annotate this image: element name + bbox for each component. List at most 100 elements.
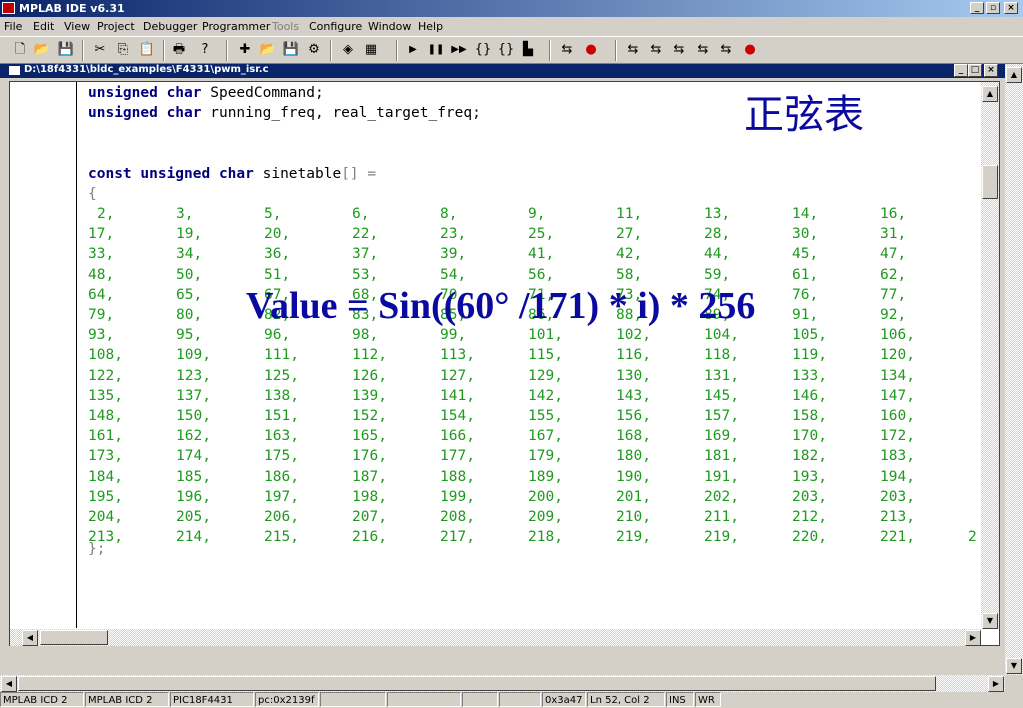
table-cell: 215, (264, 529, 299, 546)
table-cell: 77, (880, 286, 907, 303)
editor-horizontal-scrollbar[interactable]: ◀ ▶ (10, 629, 981, 646)
table-cell: 173, (88, 448, 123, 465)
open-project-icon[interactable]: 📂 (259, 41, 277, 59)
main-scroll-up-button[interactable]: ▲ (1006, 67, 1022, 83)
main-scroll-down-button[interactable]: ▼ (1006, 658, 1022, 674)
menu-configure[interactable]: Configure (309, 20, 362, 33)
table-cell: 101, (528, 327, 563, 344)
main-vertical-scrollbar[interactable]: ▲ ▼ (1005, 64, 1023, 675)
save-project-icon[interactable]: 💾 (282, 41, 300, 59)
close-brace: }; (88, 541, 106, 557)
table-cell: 193, (792, 468, 827, 485)
toolbar-separator (549, 40, 551, 61)
open-folder-icon[interactable]: 📂 (33, 41, 51, 59)
table-cell: 146, (792, 387, 827, 404)
main-horizontal-scrollbar[interactable]: ◀ ▶ (0, 675, 1005, 692)
table-cell: 44, (704, 246, 731, 263)
table-cell: 175, (264, 448, 299, 465)
main-scroll-left-button[interactable]: ◀ (1, 676, 17, 692)
table-cell: 122, (88, 367, 123, 384)
scroll-right-button[interactable]: ▶ (965, 630, 981, 646)
program-icon[interactable]: ▦ (362, 41, 380, 59)
table-cell: 30, (792, 226, 819, 243)
table-cell: 156, (616, 408, 651, 424)
find-icon[interactable]: ◈ (339, 41, 357, 59)
menu-file[interactable]: File (4, 20, 22, 33)
reset-icon[interactable]: ▙ (519, 41, 537, 59)
editor-vertical-scrollbar[interactable]: ▲ ▼ (981, 82, 999, 629)
editor-minimize-button[interactable]: _ (954, 64, 968, 77)
read-device-icon[interactable]: ⇆ (624, 41, 642, 59)
horizontal-scroll-thumb[interactable] (40, 630, 108, 645)
menu-debugger[interactable]: Debugger (143, 20, 197, 33)
menu-view[interactable]: View (64, 20, 90, 33)
code-editor[interactable]: unsigned char SpeedCommand; unsigned cha… (9, 81, 1000, 646)
table-cell: 120, (880, 347, 915, 364)
menu-help[interactable]: Help (418, 20, 443, 33)
program-device-icon[interactable]: ⇆ (647, 41, 665, 59)
new-project-icon[interactable]: ✚ (236, 41, 254, 59)
table-cell: 165, (352, 428, 387, 445)
read-icon[interactable]: ⇆ (558, 41, 576, 59)
table-cell: 157, (704, 408, 739, 424)
table-cell: 2: (968, 529, 980, 546)
table-cell: 208, (440, 509, 475, 525)
verify-icon[interactable]: ⇆ (670, 41, 688, 59)
menu-tools[interactable]: Tools (272, 20, 299, 33)
file-path: D:\18f4331\bldc_examples\F4331\pwm_isr.c (24, 64, 269, 75)
cut-icon[interactable]: ✂ (91, 41, 109, 59)
table-cell: 130, (616, 367, 651, 384)
menu-programmer[interactable]: Programmer (202, 20, 270, 33)
status-ins: INS (666, 692, 694, 707)
scroll-down-button[interactable]: ▼ (982, 613, 998, 629)
table-cell: 123, (176, 367, 211, 384)
run-icon[interactable]: ▶ (404, 41, 422, 59)
build-icon[interactable]: ⚙ (305, 41, 323, 59)
table-cell: 182, (792, 448, 827, 465)
table-cell: 2, (97, 206, 115, 222)
code-area[interactable]: unsigned char SpeedCommand; unsigned cha… (88, 83, 980, 629)
blank-check-icon[interactable]: ⇆ (694, 41, 712, 59)
editor-maximize-button[interactable]: □ (968, 64, 982, 77)
table-cell: 129, (528, 367, 563, 384)
vertical-scroll-thumb[interactable] (982, 165, 998, 199)
status-field (320, 692, 386, 707)
help-icon[interactable]: ? (196, 41, 214, 59)
save-icon[interactable]: 💾 (57, 41, 75, 59)
table-cell: 79, (88, 307, 115, 323)
table-cell: 34, (176, 246, 203, 263)
print-icon[interactable]: 🖶 (170, 41, 188, 59)
paste-icon[interactable]: 📋 (138, 41, 156, 59)
restore-button[interactable]: ▫ (986, 2, 1000, 14)
copy-icon[interactable]: ⎘ (114, 41, 132, 59)
editor-close-button[interactable]: × (984, 64, 998, 77)
table-cell: 167, (528, 428, 563, 445)
step-into-icon[interactable]: {} (474, 41, 492, 59)
scroll-left-button[interactable]: ◀ (22, 630, 38, 646)
table-cell: 48, (88, 266, 115, 283)
main-horizontal-scroll-thumb[interactable] (18, 676, 936, 691)
editor-titlebar: D:\18f4331\bldc_examples\F4331\pwm_isr.c… (0, 64, 1005, 78)
release-icon[interactable]: ● (741, 41, 759, 59)
toolbar-separator (330, 40, 332, 61)
table-cell: 158, (792, 408, 827, 424)
app-title: MPLAB IDE v6.31 (19, 2, 125, 15)
menu-edit[interactable]: Edit (33, 20, 54, 33)
scroll-up-button[interactable]: ▲ (982, 86, 998, 102)
close-button[interactable]: × (1004, 2, 1018, 14)
new-file-icon[interactable]: 🗋 (11, 41, 29, 59)
table-cell: 154, (440, 408, 475, 424)
erase-device-icon[interactable]: ⇆ (717, 41, 735, 59)
erase-icon[interactable]: ● (582, 41, 600, 59)
toolbar-separator (163, 40, 165, 61)
halt-icon[interactable]: ❚❚ (427, 41, 445, 59)
table-cell: 170, (792, 428, 827, 445)
table-cell: 145, (704, 387, 739, 404)
table-cell: 113, (440, 347, 475, 364)
menu-project[interactable]: Project (97, 20, 135, 33)
minimize-button[interactable]: _ (970, 2, 984, 14)
menu-window[interactable]: Window (368, 20, 411, 33)
step-over-icon[interactable]: {} (497, 41, 515, 59)
animate-icon[interactable]: ▶▶ (450, 41, 468, 59)
main-scroll-right-button[interactable]: ▶ (988, 676, 1004, 692)
